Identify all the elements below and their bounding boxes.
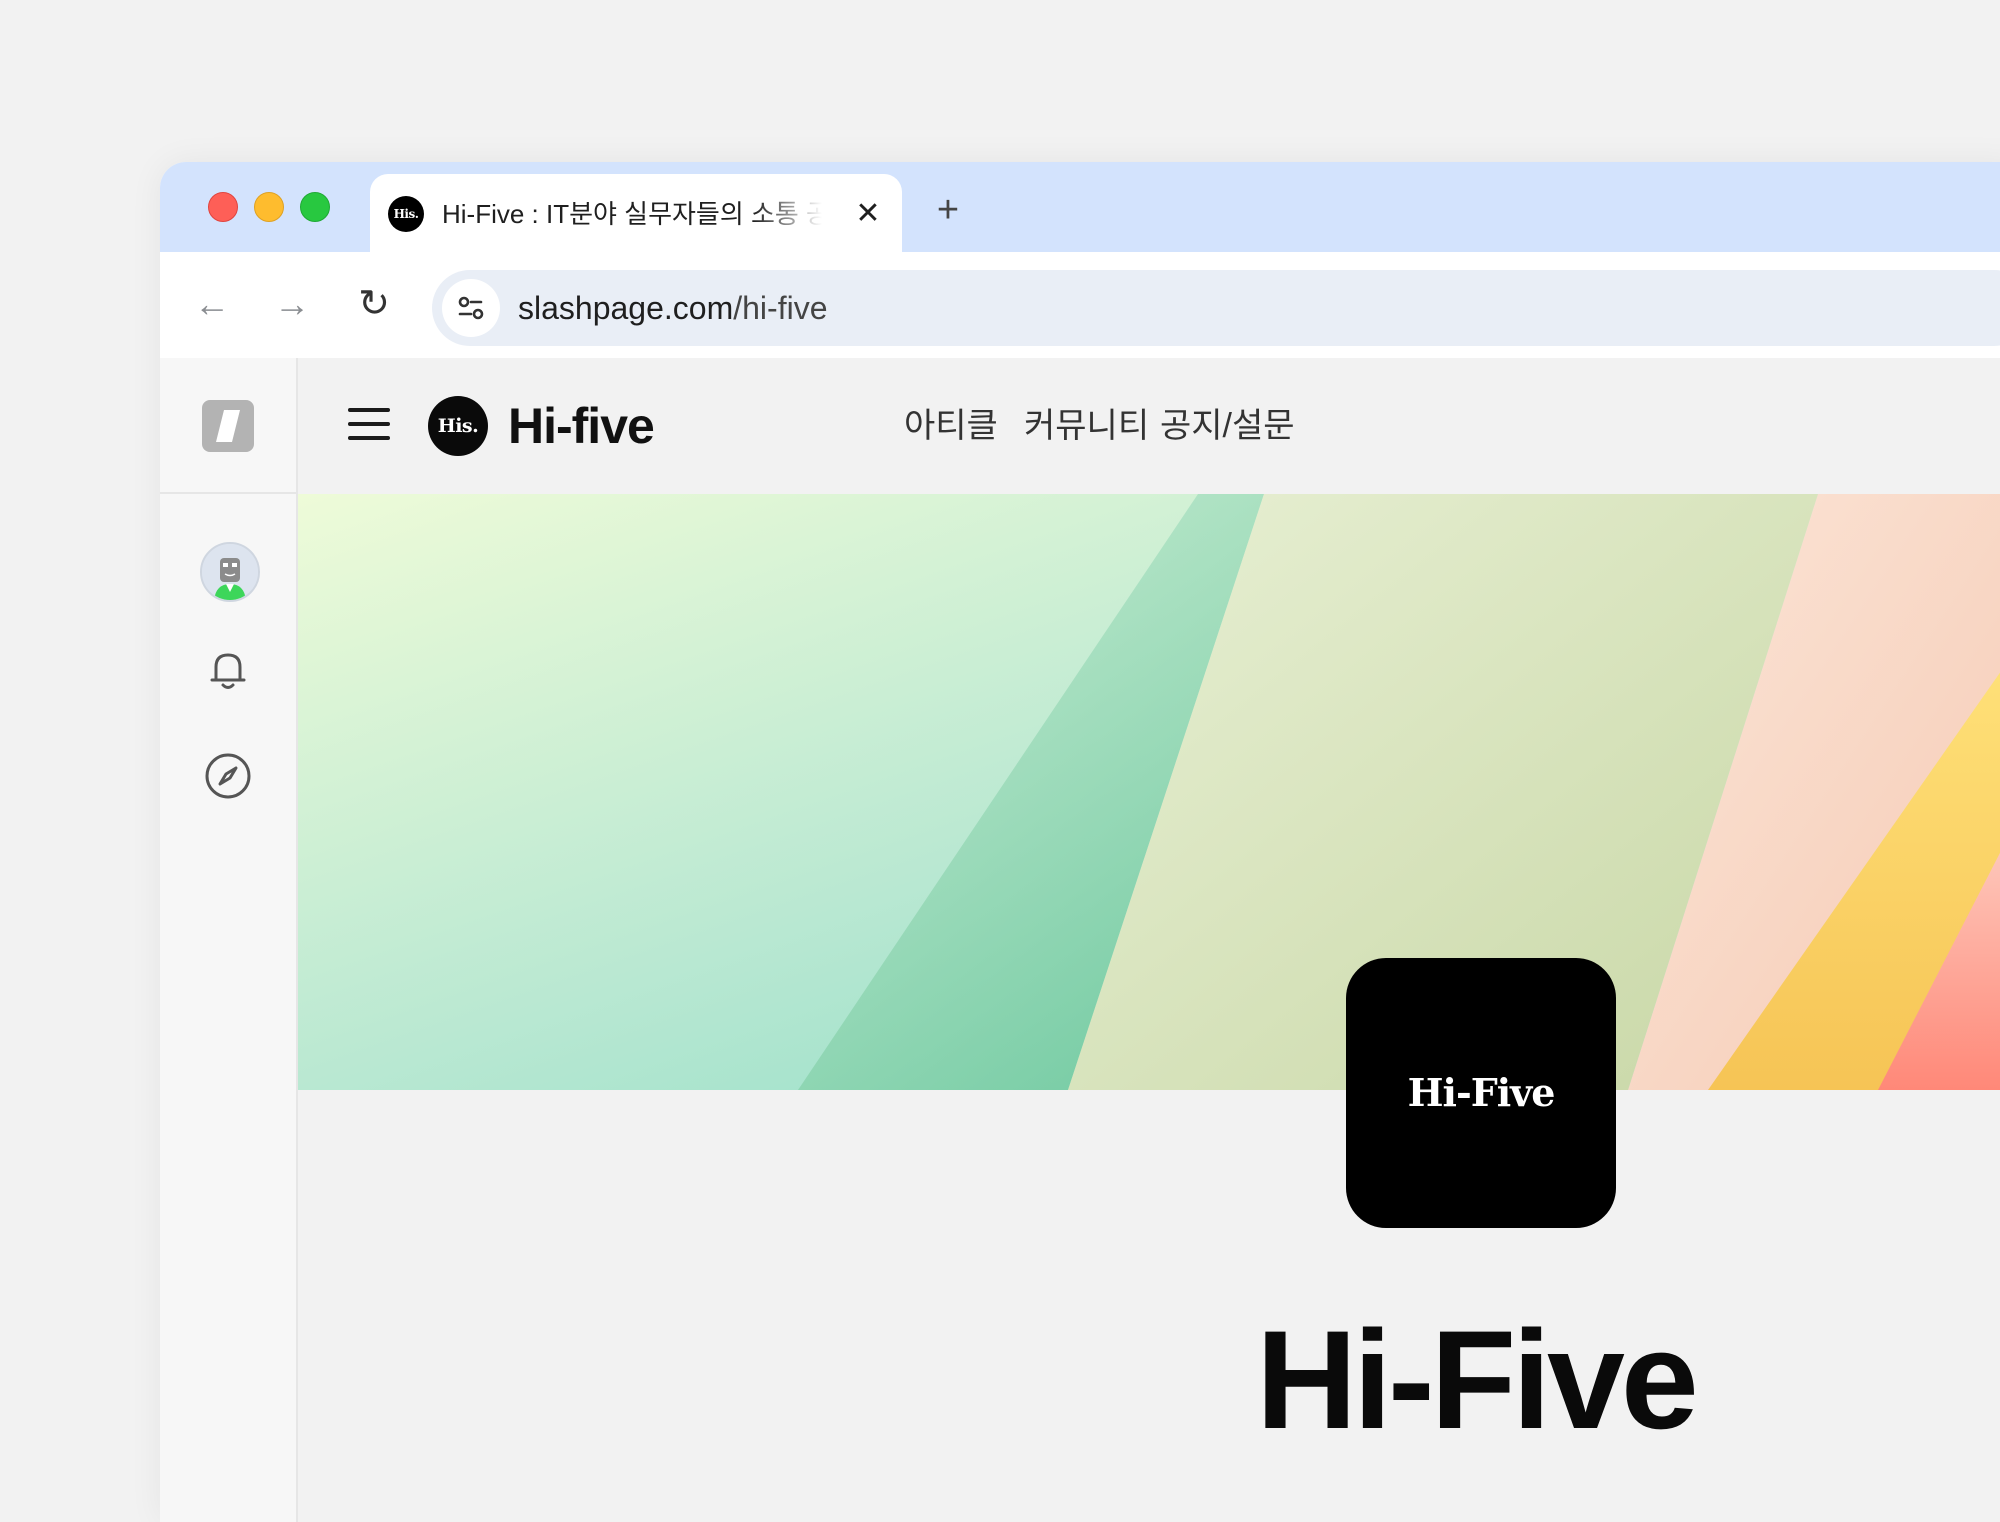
url-text[interactable]: slashpage.com/hi-five	[518, 288, 827, 328]
plus-icon[interactable]: +	[928, 190, 968, 230]
active-tab[interactable]: His. Hi-Five : IT분야 실무자들의 소통 공간 ✕	[370, 174, 902, 252]
reload-icon[interactable]: ↻	[352, 282, 396, 326]
tab-strip: His. Hi-Five : IT분야 실무자들의 소통 공간 ✕ +	[160, 162, 2000, 252]
slashpage-logo-icon[interactable]	[202, 400, 254, 452]
cover-gradient-art	[298, 494, 2000, 1090]
compass-icon[interactable]	[202, 750, 254, 802]
nav-link-articles[interactable]: 아티클	[904, 404, 998, 448]
address-bar[interactable]: slashpage.com/hi-five	[432, 270, 2000, 346]
avatar[interactable]	[200, 542, 260, 602]
zoom-window-button[interactable]	[300, 192, 330, 222]
brand-logo[interactable]: His.	[428, 396, 488, 456]
browser-toolbar: ← → ↻ slashpage.com/hi-five	[160, 252, 2000, 360]
url-path: /hi-five	[733, 290, 828, 326]
rail-divider	[160, 492, 296, 494]
back-arrow-icon[interactable]: ←	[190, 282, 234, 326]
site-header: His. Hi-five 아티클 커뮤니티 공지/설문	[298, 358, 2000, 492]
menu-icon[interactable]	[348, 406, 392, 444]
tab-favicon: His.	[388, 196, 424, 232]
page-title: Hi-Five	[1256, 1301, 1699, 1458]
brand-name[interactable]: Hi-five	[508, 396, 655, 456]
side-rail	[160, 358, 298, 1522]
url-domain: slashpage.com	[518, 290, 734, 326]
tune-icon[interactable]	[442, 279, 500, 337]
nav-link-community[interactable]: 커뮤니티	[1024, 404, 1149, 448]
tab-title: Hi-Five : IT분야 실무자들의 소통 공간	[442, 199, 822, 229]
profile-logo-tile: Hi-Five	[1346, 958, 1616, 1228]
close-window-button[interactable]	[208, 192, 238, 222]
cover-banner	[298, 494, 2000, 1090]
page-content: His. Hi-five 아티클 커뮤니티 공지/설문	[160, 358, 2000, 1522]
close-icon[interactable]: ✕	[848, 194, 888, 234]
browser-window: His. Hi-Five : IT분야 실무자들의 소통 공간 ✕ + ← → …	[160, 162, 2000, 1522]
minimize-window-button[interactable]	[254, 192, 284, 222]
nav-link-notice-survey[interactable]: 공지/설문	[1160, 404, 1295, 448]
bell-icon[interactable]	[202, 644, 254, 696]
forward-arrow-icon[interactable]: →	[270, 282, 314, 326]
